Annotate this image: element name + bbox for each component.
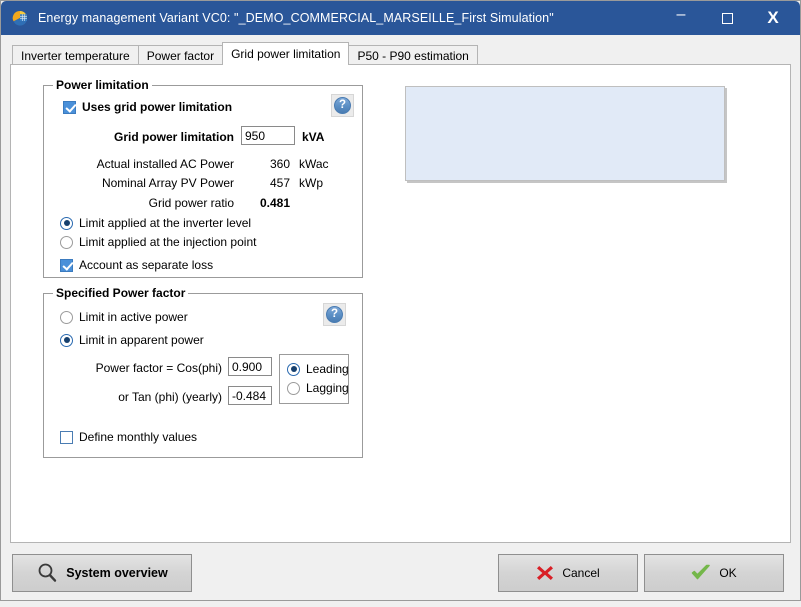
grid-power-limitation-label: Grid power limitation xyxy=(113,130,234,144)
power-limitation-group-title: Power limitation xyxy=(53,78,152,92)
close-icon: X xyxy=(767,8,779,27)
limit-inverter-level-label: Limit applied at the inverter level xyxy=(79,216,252,230)
tab-p50-p90-estimation[interactable]: P50 - P90 estimation xyxy=(348,45,478,65)
grid-power-ratio-value: 0.481 xyxy=(259,196,290,210)
title-bar: Energy management Variant VC0: "_DEMO_CO… xyxy=(1,1,800,35)
account-separate-loss-checkbox[interactable] xyxy=(60,258,73,272)
energy-management-window: Energy management Variant VC0: "_DEMO_CO… xyxy=(0,0,801,601)
limit-apparent-power-radio[interactable] xyxy=(60,333,73,347)
question-mark-icon: ? xyxy=(326,306,343,323)
dialog-button-bar: System overview Cancel OK xyxy=(1,543,800,607)
checkmark-icon xyxy=(691,564,711,582)
limit-injection-point-label: Limit applied at the injection point xyxy=(79,235,257,249)
tan-phi-label: or Tan (phi) (yearly) xyxy=(118,390,222,404)
lagging-row[interactable]: Lagging xyxy=(287,381,349,395)
limit-inverter-level-radio[interactable] xyxy=(60,216,73,230)
account-separate-loss-row[interactable]: Account as separate loss xyxy=(60,258,213,272)
define-monthly-values-row[interactable]: Define monthly values xyxy=(60,430,197,444)
account-separate-loss-label: Account as separate loss xyxy=(79,258,214,272)
define-monthly-values-label: Define monthly values xyxy=(79,430,198,444)
tab-content-panel: Power limitation ? Uses grid power limit… xyxy=(10,64,791,543)
leading-lagging-group: Leading Lagging xyxy=(279,354,349,404)
grid-power-ratio-label: Grid power ratio xyxy=(148,196,234,210)
tab-power-factor[interactable]: Power factor xyxy=(137,45,224,65)
maximize-icon xyxy=(721,12,733,24)
system-overview-button[interactable]: System overview xyxy=(12,554,192,592)
magnifier-icon xyxy=(36,562,58,584)
nominal-array-pv-power-unit: kWp xyxy=(299,176,323,190)
nominal-array-pv-power-value: 457 xyxy=(269,176,290,190)
define-monthly-values-checkbox[interactable] xyxy=(60,430,73,444)
limit-injection-point-radio[interactable] xyxy=(60,235,73,249)
limit-active-power-radio[interactable] xyxy=(60,310,73,324)
tab-label: Power factor xyxy=(146,48,215,63)
limit-apparent-power-row[interactable]: Limit in apparent power xyxy=(60,333,204,347)
minimize-button[interactable]: – xyxy=(658,0,704,39)
tab-inverter-temperature[interactable]: Inverter temperature xyxy=(12,45,139,65)
minimize-icon: – xyxy=(676,6,686,23)
close-button[interactable]: X xyxy=(750,1,796,35)
leading-label: Leading xyxy=(306,362,349,376)
limit-active-power-row[interactable]: Limit in active power xyxy=(60,310,188,324)
tan-phi-input[interactable]: -0.484 xyxy=(228,386,272,405)
uses-grid-power-limitation-checkbox[interactable] xyxy=(63,100,76,114)
tan-phi-value: -0.484 xyxy=(232,388,267,403)
tab-strip: Inverter temperature Power factor Grid p… xyxy=(1,41,800,65)
cos-phi-value: 0.900 xyxy=(232,359,263,374)
pvsyst-pie-icon xyxy=(11,9,29,27)
ok-label: OK xyxy=(719,566,737,580)
uses-grid-power-limitation-label: Uses grid power limitation xyxy=(82,100,233,114)
content-wrapper: Power limitation ? Uses grid power limit… xyxy=(1,64,800,543)
cancel-label: Cancel xyxy=(562,566,600,580)
uses-grid-power-limitation-row[interactable]: Uses grid power limitation xyxy=(63,100,232,114)
graph-preview-panel xyxy=(405,86,725,181)
cancel-button[interactable]: Cancel xyxy=(498,554,638,592)
specified-power-factor-group-title: Specified Power factor xyxy=(53,286,189,300)
lagging-radio[interactable] xyxy=(287,381,300,395)
power-limitation-group: Power limitation ? Uses grid power limit… xyxy=(43,78,363,278)
specified-power-factor-group: Specified Power factor ? Limit in active… xyxy=(43,286,363,458)
system-overview-label: System overview xyxy=(66,566,168,580)
close-cross-icon xyxy=(536,564,554,582)
tab-label: P50 - P90 estimation xyxy=(357,48,469,63)
limit-injection-point-row[interactable]: Limit applied at the injection point xyxy=(60,235,256,249)
power-limitation-help-button[interactable]: ? xyxy=(331,94,354,117)
tab-label: Grid power limitation xyxy=(231,47,341,61)
grid-power-limitation-input[interactable]: 950 xyxy=(241,126,295,145)
nominal-array-pv-power-label: Nominal Array PV Power xyxy=(101,176,234,190)
power-factor-help-button[interactable]: ? xyxy=(323,303,346,326)
question-mark-icon: ? xyxy=(334,97,351,114)
maximize-button[interactable] xyxy=(704,1,750,35)
grid-power-limitation-value: 950 xyxy=(245,128,266,143)
actual-installed-ac-power-unit: kWac xyxy=(299,157,329,171)
tab-grid-power-limitation[interactable]: Grid power limitation xyxy=(222,42,350,65)
cos-phi-label: Power factor = Cos(phi) xyxy=(95,361,222,375)
limit-active-power-label: Limit in active power xyxy=(79,310,188,324)
ok-button[interactable]: OK xyxy=(644,554,784,592)
tab-label: Inverter temperature xyxy=(21,48,130,63)
lagging-label: Lagging xyxy=(306,381,349,395)
leading-radio[interactable] xyxy=(287,362,300,376)
leading-row[interactable]: Leading xyxy=(287,362,349,376)
actual-installed-ac-power-label: Actual installed AC Power xyxy=(96,157,234,171)
cos-phi-input[interactable]: 0.900 xyxy=(228,357,272,376)
window-title: Energy management Variant VC0: "_DEMO_CO… xyxy=(38,11,554,25)
limit-apparent-power-label: Limit in apparent power xyxy=(79,333,204,347)
window-controls: – X xyxy=(658,1,800,35)
grid-power-limitation-unit: kVA xyxy=(302,130,325,144)
limit-inverter-level-row[interactable]: Limit applied at the inverter level xyxy=(60,216,251,230)
actual-installed-ac-power-value: 360 xyxy=(269,157,290,171)
